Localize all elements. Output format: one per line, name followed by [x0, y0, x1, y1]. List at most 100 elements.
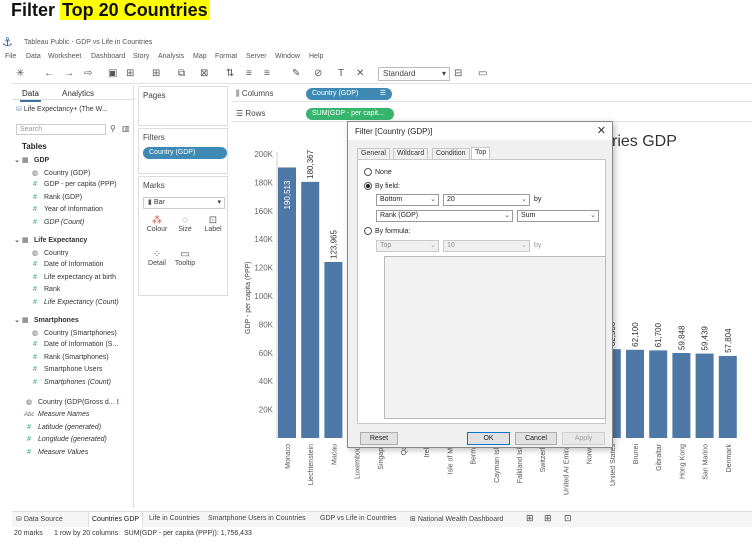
size-button[interactable]: ◌ Size	[173, 215, 197, 239]
radio-by-field-circle[interactable]	[364, 182, 372, 190]
field-item[interactable]: ◍ Country (GDP(Gross d... !	[24, 398, 119, 410]
show-cards-icon[interactable]: ⊟	[454, 67, 462, 81]
radio-none[interactable]: None	[364, 168, 392, 176]
fix-axes-icon[interactable]: ✕	[356, 67, 364, 81]
highlight-icon[interactable]: ✎	[292, 67, 300, 81]
tab-national-wealth[interactable]: ⊞ National Wealth Dashboard	[410, 515, 503, 523]
menu-item[interactable]: Analysis	[158, 53, 184, 60]
field-item[interactable]: # Date of Information	[30, 261, 103, 273]
tab-gdp-vs-life[interactable]: GDP vs Life in Countries	[320, 515, 397, 522]
collapse-icon[interactable]: ⌄	[12, 156, 22, 164]
field-item[interactable]: # Date of Information (S...	[30, 341, 118, 353]
radio-by-formula[interactable]: By formula:	[364, 227, 410, 235]
menu-item[interactable]: Server	[246, 53, 267, 60]
label-button[interactable]: ⊡ Label	[201, 215, 225, 239]
columns-pill-country[interactable]: Country (GDP) ☰	[306, 88, 392, 100]
datasource-item[interactable]: ⛁ Life Expectancy+ (The W...	[16, 105, 108, 113]
detail-button[interactable]: ⁘ Detail	[145, 249, 169, 273]
group-icon[interactable]: ⊘	[314, 67, 322, 81]
by-field-aggregation-select[interactable]: Sum ⌄	[517, 210, 599, 222]
duplicate-sheet-icon[interactable]: ⧉	[178, 67, 185, 81]
presentation-icon[interactable]: ▭	[478, 67, 487, 81]
menu-item[interactable]: Story	[133, 53, 149, 60]
tab-condition[interactable]: Condition	[432, 148, 470, 159]
menu-item[interactable]: Worksheet	[48, 53, 81, 60]
ok-button[interactable]: OK	[467, 432, 510, 445]
table-item[interactable]: ⌄ ▦ Smartphones	[12, 316, 79, 328]
by-field-field-select[interactable]: Rank (GDP) ⌄	[376, 210, 513, 222]
view-options-icon[interactable]: ▥	[122, 124, 130, 133]
field-item[interactable]: ◍ Country	[30, 249, 69, 261]
filters-card[interactable]: Filters Country (GDP)	[138, 128, 228, 174]
field-item[interactable]: # Life expectancy at birth	[30, 274, 116, 286]
filter-pill-country[interactable]: Country (GDP)	[143, 147, 227, 159]
colour-button[interactable]: ⁂ Colour	[145, 215, 169, 239]
tab-smartphone-users[interactable]: Smartphone Users in Countries	[208, 515, 306, 522]
field-item[interactable]: # Life Expectancy (Count)	[30, 299, 119, 311]
by-field-count-combo[interactable]: 20 ⌄	[443, 194, 530, 206]
replay-icon[interactable]: ⇨	[84, 67, 92, 81]
tab-analytics[interactable]: Analytics	[62, 89, 94, 98]
field-item[interactable]: # Smartphones (Count)	[30, 379, 111, 391]
menu-item[interactable]: Window	[275, 53, 300, 60]
sort-icon[interactable]: ☰	[380, 88, 386, 100]
rows-shelf[interactable]: ☰ Rows SUM(GDP - per capit...	[232, 106, 752, 122]
swap-icon[interactable]: ⇅	[226, 67, 234, 81]
menu-item[interactable]: File	[5, 53, 16, 60]
close-icon[interactable]: ✕	[597, 124, 606, 137]
clear-sheet-icon[interactable]: ⊠	[200, 67, 208, 81]
mark-type-select[interactable]: ▮ Bar ▾	[143, 197, 225, 209]
field-item[interactable]: ◍ Country (Smartphones)	[30, 329, 117, 341]
collapse-icon[interactable]: ⌄	[12, 236, 22, 244]
new-dashboard-icon[interactable]: ⊞	[544, 513, 552, 524]
tab-data-source[interactable]: ⛁ Data Source	[16, 515, 63, 523]
sort-asc-icon[interactable]: ≡	[246, 67, 252, 81]
tab-wildcard[interactable]: Wildcard	[393, 148, 429, 159]
redo-icon[interactable]: →	[64, 67, 74, 81]
field-item[interactable]: # Year of Information	[30, 206, 103, 218]
tableau-logo-icon[interactable]: ✳	[16, 67, 24, 81]
field-item[interactable]: # GDP (Count)	[30, 219, 84, 231]
field-item[interactable]: # Rank (Smartphones)	[30, 354, 109, 366]
field-item[interactable]: # Latitude (generated)	[24, 424, 101, 436]
field-search-input[interactable]: Search	[16, 124, 106, 135]
show-labels-icon[interactable]: T	[338, 67, 344, 81]
new-datasource-icon[interactable]: ⊞	[126, 67, 134, 81]
radio-none-circle[interactable]	[364, 168, 372, 176]
by-field-direction-select[interactable]: Bottom ⌄	[376, 194, 439, 206]
field-item[interactable]: # Longitude (generated)	[24, 436, 107, 448]
menu-item[interactable]: Format	[215, 53, 237, 60]
field-item[interactable]: # Rank (GDP)	[30, 194, 82, 206]
cancel-button[interactable]: Cancel	[515, 432, 557, 445]
radio-by-formula-circle[interactable]	[364, 227, 372, 235]
field-item[interactable]: # Measure Values	[24, 449, 88, 461]
undo-icon[interactable]: ←	[44, 67, 54, 81]
tab-general[interactable]: General	[357, 148, 390, 159]
table-item[interactable]: ⌄ ▦ Life Expectancy	[12, 236, 87, 248]
fit-select[interactable]: Standard ▾	[378, 67, 450, 81]
tab-life-in-countries[interactable]: Life in Countries	[149, 515, 200, 522]
sort-desc-icon[interactable]: ≡	[264, 67, 270, 81]
reset-button[interactable]: Reset	[360, 432, 398, 445]
menu-item[interactable]: Map	[193, 53, 207, 60]
save-icon[interactable]: ▣	[108, 67, 117, 81]
collapse-icon[interactable]: ⌄	[12, 316, 22, 324]
field-item[interactable]: # Smartphone Users	[30, 366, 102, 378]
tab-data[interactable]: Data	[20, 89, 41, 102]
field-item[interactable]: # GDP - per capita (PPP)	[30, 181, 117, 193]
field-item[interactable]: ◍ Country (GDP)	[30, 169, 90, 181]
rows-pill-gdp[interactable]: SUM(GDP - per capit...	[306, 108, 394, 120]
new-story-icon[interactable]: ⊡	[564, 513, 572, 524]
field-item[interactable]: Abc Measure Names	[24, 411, 89, 423]
menu-item[interactable]: Data	[26, 53, 41, 60]
field-item[interactable]: # Rank	[30, 286, 60, 298]
menu-item[interactable]: Help	[309, 53, 323, 60]
radio-by-field[interactable]: By field:	[364, 182, 400, 190]
pages-card[interactable]: Pages	[138, 86, 228, 126]
new-worksheet-icon[interactable]: ⊞	[526, 513, 534, 524]
table-item[interactable]: ⌄ ▦ GDP	[12, 156, 49, 168]
columns-shelf[interactable]: ⫼ Columns Country (GDP) ☰	[232, 86, 752, 102]
tab-countries-gdp[interactable]: Countries GDP	[88, 512, 144, 527]
menu-item[interactable]: Dashboard	[91, 53, 125, 60]
tooltip-button[interactable]: ▭ Tooltip	[173, 249, 197, 273]
